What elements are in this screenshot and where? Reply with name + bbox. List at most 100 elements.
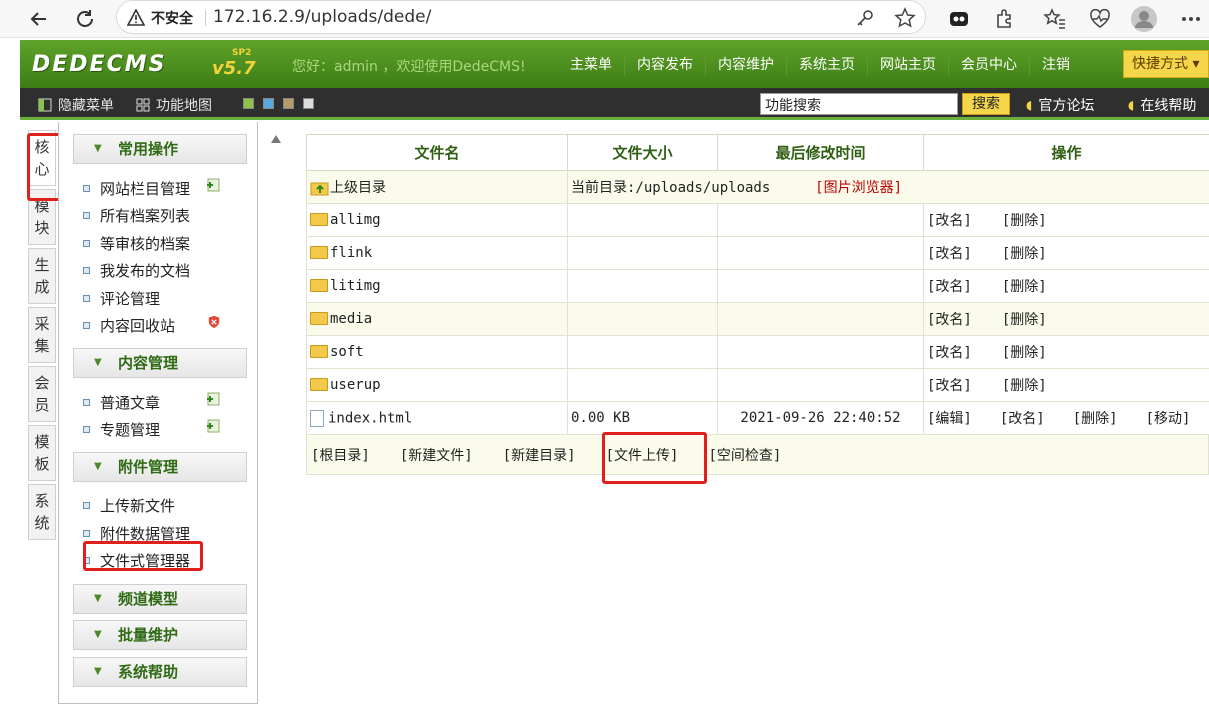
new-file-link[interactable]: [新建文件]	[400, 445, 473, 465]
move-link[interactable]: [移动]	[1146, 408, 1191, 428]
menu-item-comments[interactable]: 评论管理	[83, 288, 160, 309]
menu-item-my-documents[interactable]: 我发布的文档	[83, 260, 190, 281]
space-check-link[interactable]: [空间检查]	[708, 445, 781, 465]
mtime-cell	[717, 335, 924, 369]
profile-avatar[interactable]	[1129, 4, 1159, 34]
nav-logout[interactable]: 注销	[1029, 54, 1082, 76]
nav-site-home[interactable]: 网站主页	[867, 54, 948, 76]
bullet-icon	[83, 399, 90, 406]
online-help-link[interactable]: ◖ 在线帮助	[1128, 95, 1196, 115]
rename-link[interactable]: [改名]	[1000, 408, 1045, 428]
group-attachment-manage[interactable]: ▼ 附件管理	[73, 452, 247, 482]
menu-item-pending-archives[interactable]: 等审核的档案	[83, 233, 190, 254]
search-button[interactable]: 搜索	[962, 93, 1010, 115]
add-icon[interactable]	[205, 419, 221, 433]
menu-item-article[interactable]: 普通文章	[83, 392, 160, 413]
menu-item-topic[interactable]: 专题管理	[83, 419, 160, 440]
skin-gray-icon[interactable]	[303, 98, 314, 109]
cms-toolbar: 隐藏菜单 功能地图 功能搜索 搜索 ◖ 官方论坛 ◖ 在线帮助	[20, 88, 1209, 120]
nav-publish[interactable]: 内容发布	[624, 54, 705, 76]
favorites-icon[interactable]	[1040, 4, 1070, 34]
nav-system-home[interactable]: 系统主页	[786, 54, 867, 76]
nav-member-center[interactable]: 会员中心	[948, 54, 1029, 76]
add-icon[interactable]	[205, 178, 221, 192]
file-link[interactable]: index.html	[306, 401, 568, 435]
skin-green-icon[interactable]	[243, 98, 254, 109]
tab-generate[interactable]: 生成	[28, 248, 56, 304]
rename-link[interactable]: [改名]	[927, 309, 972, 329]
puzzle-icon[interactable]	[990, 4, 1020, 34]
group-channel-model[interactable]: ▼ 频道模型	[73, 584, 247, 614]
function-search-input[interactable]: 功能搜索	[760, 93, 958, 115]
skin-blue-icon[interactable]	[263, 98, 274, 109]
delete-link[interactable]: [删除]	[1002, 375, 1047, 395]
official-forum-label: 官方论坛	[1038, 98, 1095, 114]
group-system-help[interactable]: ▼ 系统帮助	[73, 657, 247, 687]
menu-item-label: 等审核的档案	[100, 235, 191, 253]
delete-link[interactable]: [删除]	[1002, 342, 1047, 362]
delete-link[interactable]: [删除]	[1002, 309, 1047, 329]
delete-icon[interactable]	[206, 315, 222, 329]
menu-item-category-manage[interactable]: 网站栏目管理	[83, 178, 190, 199]
image-browser-link[interactable]: [图片浏览器]	[815, 180, 902, 196]
folder-link[interactable]: soft	[306, 335, 568, 369]
folder-link[interactable]: litimg	[306, 269, 568, 303]
nav-maintain[interactable]: 内容维护	[705, 54, 786, 76]
hide-menu-button[interactable]: 隐藏菜单	[38, 95, 114, 115]
menu-item-upload-file[interactable]: 上传新文件	[83, 495, 175, 516]
online-help-label: 在线帮助	[1140, 98, 1197, 114]
tab-collect[interactable]: 采集	[28, 307, 56, 363]
star-icon[interactable]	[892, 5, 918, 31]
key-icon[interactable]	[852, 5, 878, 31]
official-forum-link[interactable]: ◖ 官方论坛	[1026, 95, 1094, 115]
nav-main-menu[interactable]: 主菜单	[558, 54, 624, 76]
delete-link[interactable]: [删除]	[1002, 243, 1047, 263]
folder-icon	[310, 212, 328, 226]
menu-item-label: 专题管理	[100, 421, 161, 439]
tab-member[interactable]: 会员	[28, 366, 56, 422]
refresh-icon	[77, 10, 93, 27]
folder-link[interactable]: userup	[306, 368, 568, 402]
address-bar[interactable]: 不安全 172.16.2.9/uploads/dede/	[116, 0, 926, 34]
menu-item-all-archives[interactable]: 所有档案列表	[83, 205, 190, 226]
extension-icon[interactable]	[944, 4, 974, 34]
delete-link[interactable]: [删除]	[1073, 408, 1118, 428]
add-icon[interactable]	[205, 392, 221, 406]
tab-template[interactable]: 模板	[28, 425, 56, 481]
function-map-button[interactable]: 功能地图	[136, 95, 212, 115]
menu-item-recycle-bin[interactable]: 内容回收站	[83, 315, 175, 336]
health-icon[interactable]	[1085, 4, 1115, 34]
rename-link[interactable]: [改名]	[927, 243, 972, 263]
delete-link[interactable]: [删除]	[1002, 210, 1047, 230]
chevron-down-icon: ▼	[94, 666, 102, 677]
quick-menu-button[interactable]: 快捷方式 ▾	[1123, 50, 1209, 78]
folder-link[interactable]: allimg	[306, 203, 568, 237]
tab-char: 统	[34, 514, 50, 532]
rename-link[interactable]: [改名]	[927, 276, 972, 296]
actions-cell: [编辑] [改名] [删除] [移动]	[923, 401, 1209, 435]
folder-link[interactable]: media	[306, 302, 568, 336]
rename-link[interactable]: [改名]	[927, 210, 972, 230]
rename-link[interactable]: [改名]	[927, 342, 972, 362]
tab-system[interactable]: 系统	[28, 484, 56, 540]
group-content-manage[interactable]: ▼ 内容管理	[73, 348, 247, 378]
parent-dir-link[interactable]: 上级目录	[306, 170, 568, 204]
refresh-button[interactable]	[70, 4, 100, 34]
edit-link[interactable]: [编辑]	[927, 408, 972, 428]
table-row: userup [改名] [删除]	[306, 368, 1209, 402]
skin-brown-icon[interactable]	[283, 98, 294, 109]
new-dir-link[interactable]: [新建目录]	[503, 445, 576, 465]
chevron-down-icon: ▾	[1192, 56, 1200, 72]
group-batch-maintain[interactable]: ▼ 批量维护	[73, 620, 247, 650]
delete-link[interactable]: [删除]	[1002, 276, 1047, 296]
root-dir-link[interactable]: [根目录]	[311, 445, 370, 465]
scroll-up-arrow-icon[interactable]	[270, 132, 282, 148]
rename-link[interactable]: [改名]	[927, 375, 972, 395]
group-common-ops[interactable]: ▼ 常用操作	[73, 134, 247, 164]
folder-link[interactable]: flink	[306, 236, 568, 270]
actions-cell: [改名] [删除]	[923, 269, 1209, 303]
col-mtime: 最后修改时间	[717, 134, 924, 171]
more-menu-icon[interactable]	[1176, 4, 1206, 34]
back-button[interactable]	[24, 4, 54, 34]
menu-item-label: 内容回收站	[100, 317, 176, 335]
